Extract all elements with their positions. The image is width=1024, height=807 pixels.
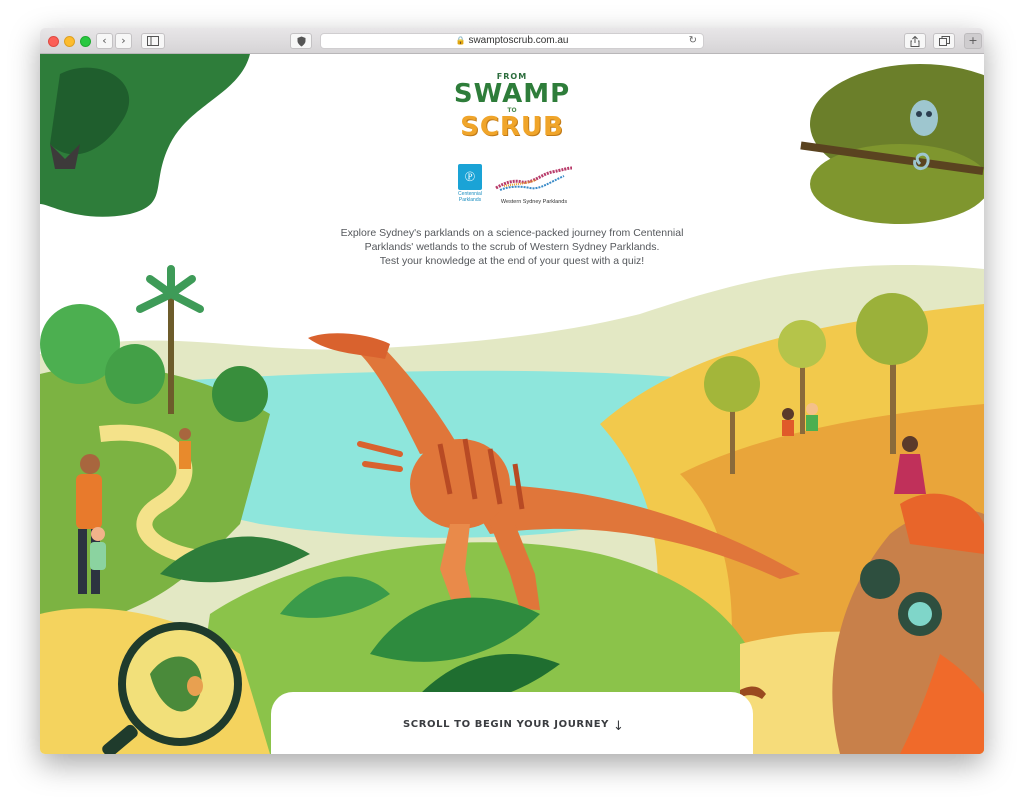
scroll-cta-panel[interactable]: SCROLL TO BEGIN YOUR JOURNEY ↓ — [271, 692, 753, 754]
new-tab-button[interactable]: + — [964, 33, 982, 49]
page-content: FROM SWAMP TO SCRUB ℗ Centennial Parklan… — [40, 54, 984, 754]
palm-trunk — [168, 294, 174, 414]
address-bar[interactable]: 🔒 swamptoscrub.com.au ↻ — [320, 33, 704, 49]
tabs-overview-button[interactable] — [933, 33, 955, 49]
possum-illustration — [910, 100, 938, 136]
intro-line-3: Test your knowledge at the end of your q… — [379, 255, 645, 267]
browser-window: ‹ › 🔒 swamptoscrub.com.au ↻ + FROM SWAMP… — [40, 28, 984, 754]
hero-illustration — [40, 54, 984, 754]
centennial-parklands-logo[interactable]: ℗ Centennial Parklands — [453, 164, 487, 203]
url-text: swamptoscrub.com.au — [468, 35, 569, 46]
share-button[interactable] — [904, 33, 926, 49]
intro-line-1: Explore Sydney's parklands on a science-… — [340, 227, 684, 239]
logo-scrub-text: SCRUB — [460, 112, 564, 142]
plus-icon: + — [968, 34, 978, 47]
privacy-report-button[interactable] — [290, 33, 312, 49]
lock-icon: 🔒 — [455, 36, 466, 45]
share-icon — [910, 35, 920, 47]
western-sydney-parklands-logo[interactable]: Western Sydney Parklands — [492, 166, 576, 205]
cp-logo-icon: ℗ — [458, 164, 482, 190]
wsp-logo-icon — [495, 166, 573, 191]
scroll-cta-label[interactable]: SCROLL TO BEGIN YOUR JOURNEY — [271, 719, 741, 730]
minimize-window-button[interactable] — [64, 36, 75, 47]
forward-button[interactable]: › — [115, 33, 132, 49]
back-button[interactable]: ‹ — [96, 33, 113, 49]
logo-swamp-text: SWAMP — [453, 79, 571, 109]
chevron-right-icon: › — [121, 34, 126, 47]
bush-left-2 — [105, 344, 165, 404]
tabs-icon — [938, 36, 950, 46]
reload-icon[interactable]: ↻ — [689, 34, 697, 48]
browser-toolbar: ‹ › 🔒 swamptoscrub.com.au ↻ + — [40, 28, 984, 54]
western-sydney-parklands-label: Western Sydney Parklands — [500, 199, 568, 205]
shield-icon — [297, 36, 305, 47]
intro-text: Explore Sydney's parklands on a science-… — [292, 226, 732, 268]
intro-line-2: Parklands' wetlands to the scrub of West… — [364, 241, 660, 253]
zoom-window-button[interactable] — [80, 36, 91, 47]
centennial-parklands-label: Centennial Parklands — [458, 191, 482, 203]
site-logo[interactable]: FROM SWAMP TO SCRUB — [440, 72, 584, 140]
arrow-down-icon[interactable]: ↓ — [613, 719, 624, 734]
chevron-left-icon: ‹ — [102, 34, 107, 47]
sidebar-button[interactable] — [141, 33, 165, 49]
close-window-button[interactable] — [48, 36, 59, 47]
bush-left-3 — [212, 366, 268, 422]
sidebar-icon — [147, 36, 159, 46]
